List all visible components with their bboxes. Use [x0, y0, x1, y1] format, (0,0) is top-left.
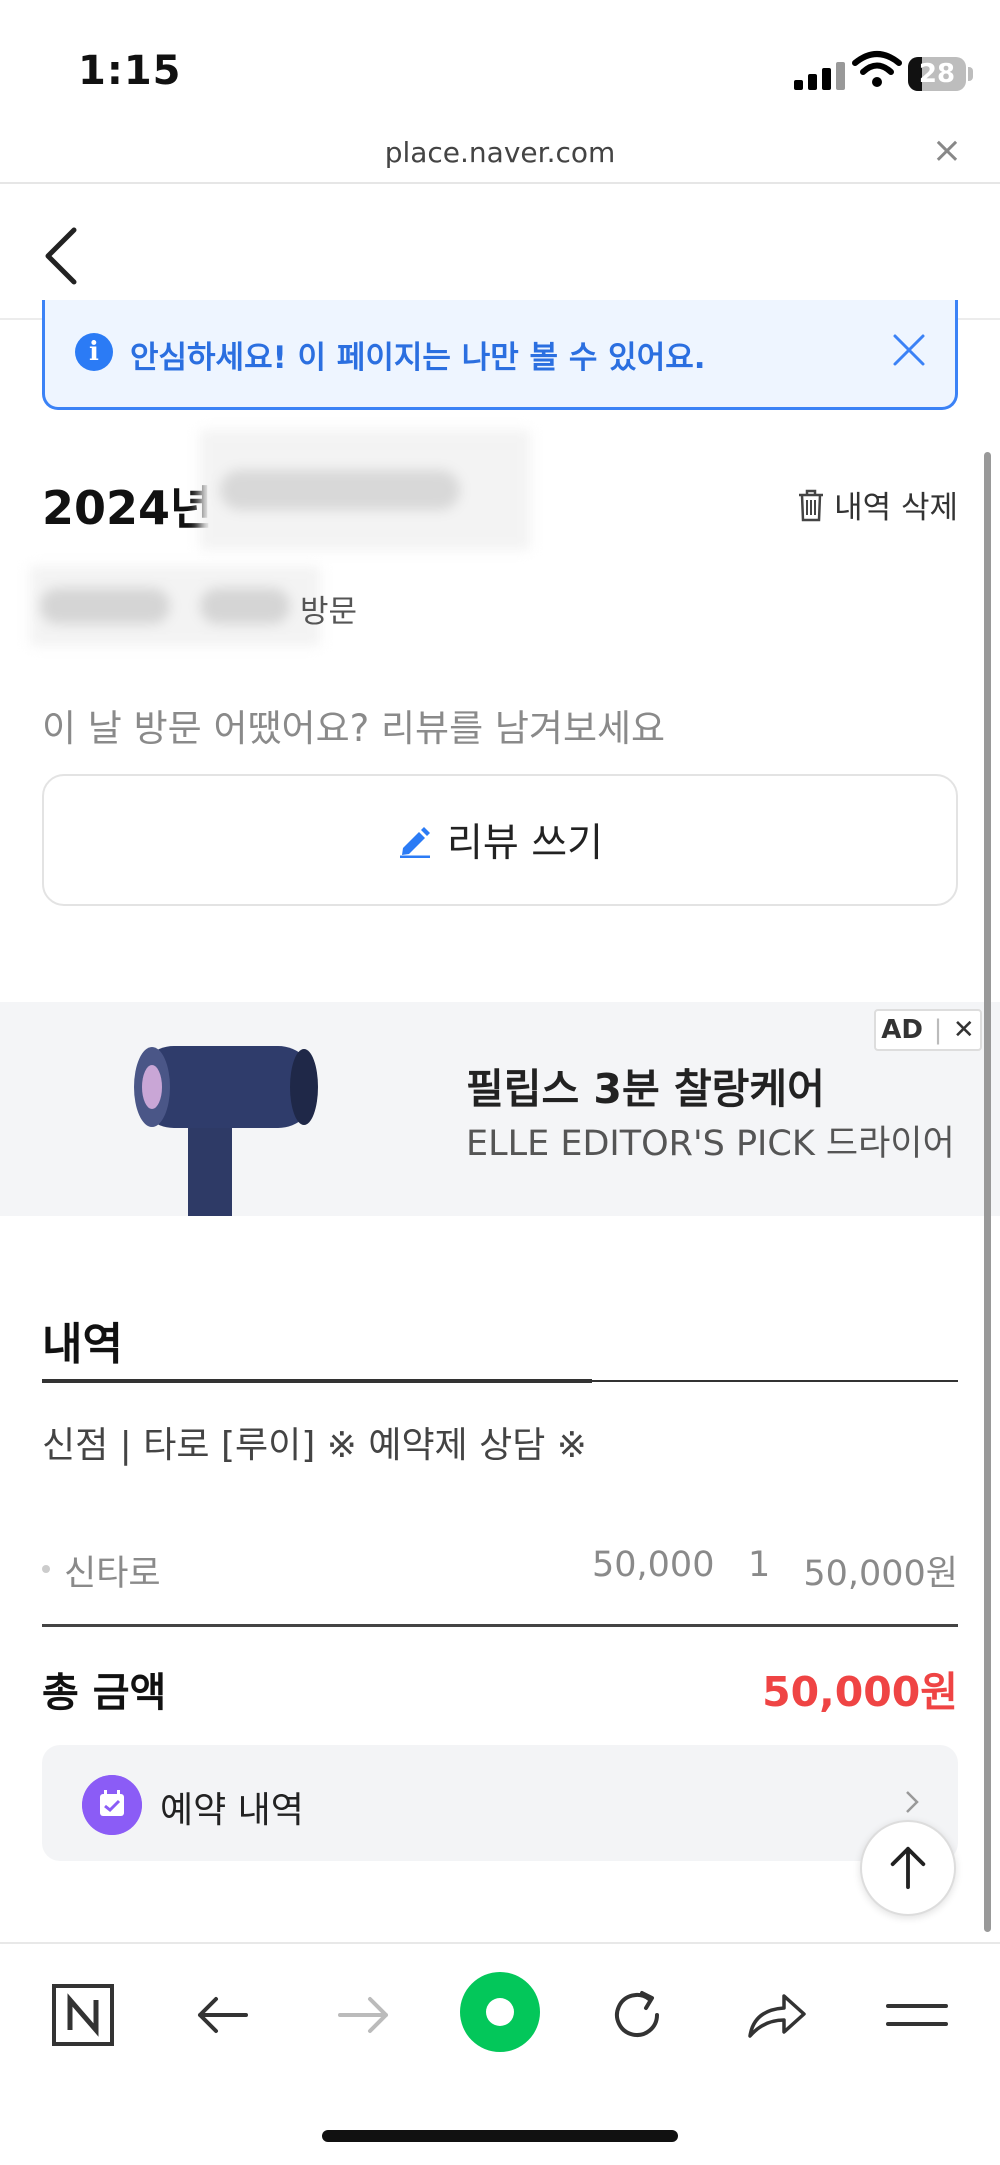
total-value: 50,000원 — [762, 1668, 958, 1716]
redacted-visit-info — [30, 566, 320, 646]
trash-icon — [799, 489, 824, 521]
section-tab-indicator — [42, 1379, 592, 1383]
delete-history-button[interactable]: 내역 삭제 — [796, 482, 958, 527]
naver-icon[interactable] — [48, 1980, 118, 2050]
delete-label: 내역 삭제 — [834, 490, 958, 526]
menu-icon[interactable] — [882, 1980, 952, 2050]
privacy-notice: i 안심하세요! 이 페이지는 나만 볼 수 있어요. — [42, 300, 958, 410]
hair-dryer-image — [134, 1046, 318, 1216]
battery-tip — [968, 67, 973, 81]
signal-icon — [794, 60, 850, 90]
ad-title[interactable]: 필립스 3분 찰랑케어 — [466, 1055, 825, 1115]
total-divider — [42, 1624, 958, 1627]
notice-text: 안심하세요! 이 페이지는 나만 볼 수 있어요. — [130, 340, 706, 376]
review-prompt: 이 날 방문 어땠어요? 리뷰를 남겨보세요 — [42, 707, 666, 750]
chevron-right-icon — [906, 1791, 919, 1813]
total-label: 총 금액 — [42, 1670, 167, 1716]
arrow-right-icon[interactable] — [328, 1980, 398, 2050]
line-item-qty: 1 — [748, 1545, 771, 1585]
pencil-icon — [400, 827, 431, 858]
back-icon[interactable] — [42, 226, 82, 286]
url-text[interactable]: place.naver.com — [0, 136, 1000, 169]
scroll-to-top-button[interactable] — [860, 1820, 956, 1916]
wifi-icon — [852, 51, 902, 87]
close-icon[interactable]: × — [932, 130, 962, 171]
url-bar[interactable]: place.naver.com × — [0, 130, 1000, 184]
ad-subtitle[interactable]: ELLE EDITOR'S PICK 드라이어 — [466, 1115, 955, 1166]
item-name: 신점 | 타로 [루이] ※ 예약제 상담 ※ — [42, 1425, 587, 1466]
scrollbar[interactable] — [984, 452, 991, 1932]
ad-separator: | — [933, 1015, 943, 1045]
visit-date-title: 2024년 — [42, 481, 213, 535]
review-button-label: 리뷰 쓰기 — [447, 821, 603, 866]
line-item-price: 50,000 — [592, 1545, 715, 1585]
ad-label: AD — [881, 1015, 923, 1045]
reservation-history-link[interactable]: 예약 내역 — [42, 1745, 958, 1861]
battery-level: 28 — [918, 59, 956, 89]
reload-icon[interactable] — [602, 1980, 672, 2050]
ad-close-icon[interactable]: ✕ — [953, 1015, 975, 1045]
arrow-left-icon[interactable] — [188, 1980, 258, 2050]
redacted-date — [200, 430, 530, 550]
visit-suffix: 방문 — [300, 594, 358, 630]
bullet-icon — [42, 1565, 50, 1573]
calendar-icon — [82, 1775, 142, 1835]
home-indicator — [322, 2130, 678, 2142]
details-section-title: 내역 — [42, 1319, 123, 1370]
write-review-button[interactable]: 리뷰 쓰기 — [42, 774, 958, 906]
green-dot-icon[interactable] — [458, 1970, 542, 2054]
share-icon[interactable] — [742, 1980, 812, 2050]
status-time: 1:15 — [78, 48, 182, 94]
close-icon[interactable] — [889, 330, 929, 370]
line-item-total: 50,000원 — [803, 1554, 958, 1594]
status-bar: 1:15 28 — [0, 0, 1000, 130]
battery-icon: 28 — [908, 57, 966, 91]
info-icon: i — [75, 333, 113, 371]
line-item-name: 신타로 — [64, 1554, 161, 1594]
reservation-label: 예약 내역 — [160, 1790, 304, 1831]
ad-badge[interactable]: AD | ✕ — [874, 1009, 982, 1051]
